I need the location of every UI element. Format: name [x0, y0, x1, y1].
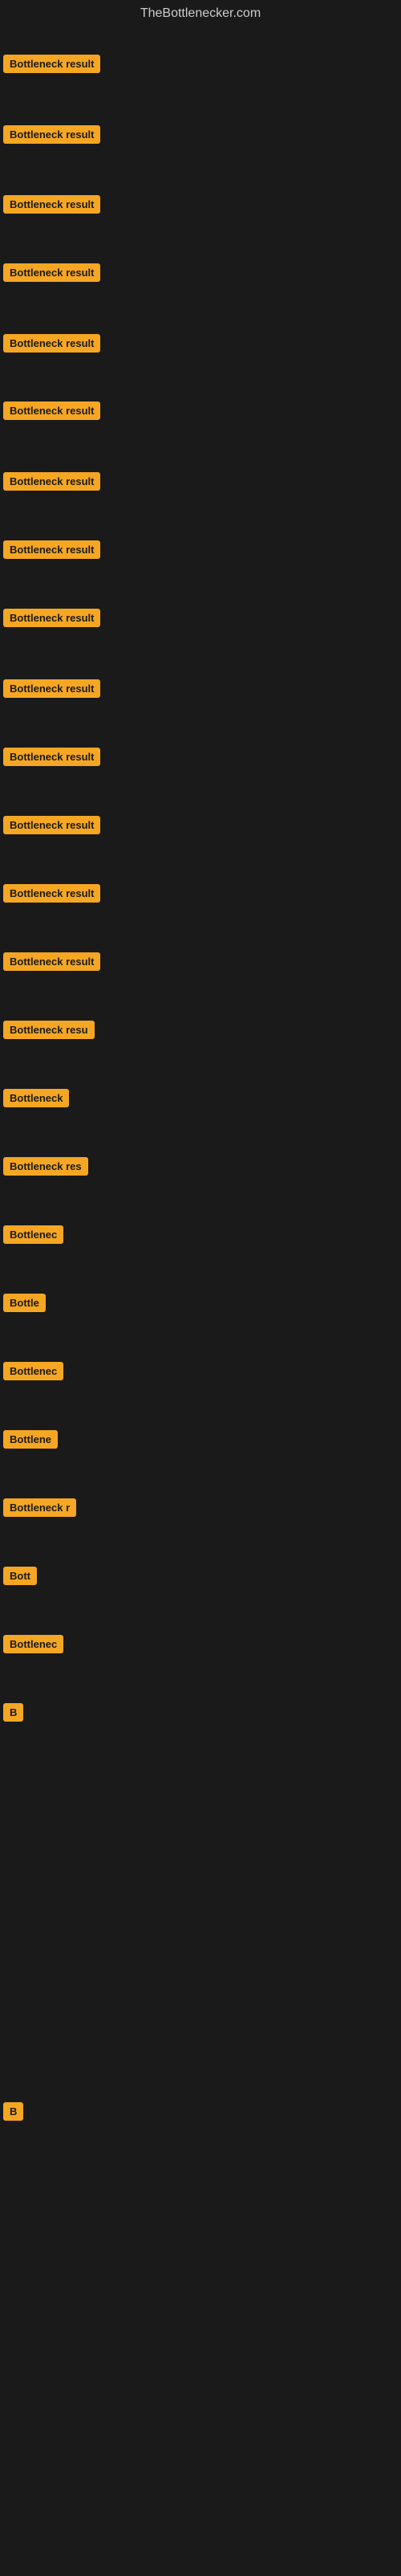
- bottleneck-item: Bottleneck result: [3, 816, 100, 838]
- bottleneck-item: Bottleneck result: [3, 748, 100, 770]
- bottleneck-item: Bottleneck result: [3, 263, 100, 286]
- bottleneck-item: Bottleneck r: [3, 1498, 76, 1521]
- bottleneck-item: Bottleneck resu: [3, 1021, 95, 1043]
- bottleneck-item: Bottleneck result: [3, 195, 100, 218]
- bottleneck-badge: Bottleneck resu: [3, 1021, 95, 1039]
- bottleneck-badge: Bottleneck result: [3, 884, 100, 903]
- bottleneck-item: Bottleneck result: [3, 884, 100, 907]
- bottleneck-badge: Bottleneck result: [3, 401, 100, 420]
- bottleneck-item: Bottleneck result: [3, 472, 100, 495]
- bottleneck-badge: Bottleneck result: [3, 540, 100, 559]
- bottleneck-item: Bottlenec: [3, 1635, 63, 1657]
- bottleneck-badge: Bottleneck result: [3, 679, 100, 698]
- bottleneck-badge: B: [3, 1703, 23, 1722]
- site-title: TheBottlenecker.com: [0, 0, 401, 31]
- bottleneck-badge: B: [3, 2102, 23, 2121]
- bottleneck-item: Bottleneck result: [3, 55, 100, 77]
- bottleneck-item: Bottlenec: [3, 1225, 63, 1248]
- bottleneck-badge: Bottlenec: [3, 1362, 63, 1380]
- bottleneck-badge: Bottleneck result: [3, 55, 100, 73]
- bottleneck-item: Bott: [3, 1567, 37, 1589]
- bottleneck-badge: Bottleneck result: [3, 609, 100, 627]
- bottleneck-item: Bottleneck result: [3, 334, 100, 357]
- bottleneck-item: Bottleneck result: [3, 125, 100, 148]
- bottleneck-item: B: [3, 1703, 23, 1726]
- bottleneck-badge: Bottleneck result: [3, 816, 100, 834]
- bottleneck-item: Bottle: [3, 1294, 46, 1316]
- bottleneck-item: Bottleneck result: [3, 609, 100, 631]
- bottleneck-badge: Bottleneck result: [3, 195, 100, 214]
- bottleneck-badge: Bottlenec: [3, 1225, 63, 1244]
- bottleneck-item: Bottleneck: [3, 1089, 69, 1111]
- bottleneck-item: Bottlene: [3, 1430, 58, 1453]
- bottleneck-badge: Bottleneck result: [3, 952, 100, 971]
- bottleneck-item: Bottleneck result: [3, 401, 100, 424]
- bottleneck-item: Bottleneck result: [3, 679, 100, 702]
- bottleneck-badge: Bottleneck: [3, 1089, 69, 1107]
- bottleneck-badge: Bott: [3, 1567, 37, 1585]
- bottleneck-badge: Bottleneck result: [3, 125, 100, 144]
- bottleneck-item: Bottlenec: [3, 1362, 63, 1384]
- bottleneck-badge: Bottleneck result: [3, 472, 100, 491]
- bottleneck-item: Bottleneck result: [3, 540, 100, 563]
- bottleneck-badge: Bottleneck result: [3, 263, 100, 282]
- bottleneck-badge: Bottle: [3, 1294, 46, 1312]
- bottleneck-badge: Bottleneck result: [3, 748, 100, 766]
- bottleneck-badge: Bottleneck result: [3, 334, 100, 353]
- bottleneck-item: Bottleneck res: [3, 1157, 88, 1180]
- bottleneck-badge: Bottleneck res: [3, 1157, 88, 1176]
- bottleneck-badge: Bottlenec: [3, 1635, 63, 1653]
- bottleneck-badge: Bottlene: [3, 1430, 58, 1449]
- bottleneck-item: Bottleneck result: [3, 952, 100, 975]
- items-container: Bottleneck result Bottleneck result Bottle…: [0, 31, 401, 2576]
- bottleneck-item: B: [3, 2102, 23, 2125]
- bottleneck-badge: Bottleneck r: [3, 1498, 76, 1517]
